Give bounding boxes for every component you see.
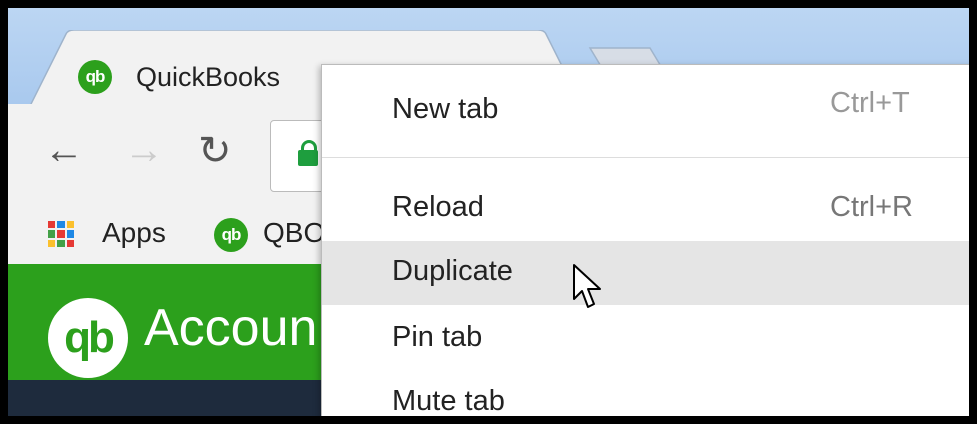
browser-window: qb QuickBooks × ← → ↻ Apps qb QBO qb Acc…: [8, 8, 969, 416]
forward-icon[interactable]: →: [124, 128, 164, 173]
menu-item-label: New tab: [392, 93, 499, 125]
tab-context-menu: New tab Ctrl+T Reload Ctrl+R Duplicate P…: [321, 64, 969, 416]
bookmark-qbo[interactable]: QBO: [263, 217, 325, 249]
bookmark-apps[interactable]: Apps: [102, 217, 166, 249]
menu-item-shortcut: Ctrl+T: [830, 87, 910, 119]
menu-item-label: Pin tab: [392, 321, 483, 353]
menu-separator: [322, 157, 969, 158]
menu-item-reload[interactable]: Reload Ctrl+R: [322, 177, 969, 239]
qb-bookmark-icon: qb: [214, 218, 248, 252]
secure-lock-icon: [298, 140, 318, 166]
menu-item-label: Mute tab: [392, 385, 505, 416]
menu-item-mute-tab[interactable]: Mute tab: [322, 371, 969, 416]
menu-item-label: Reload: [392, 191, 484, 223]
brand-title: Accoun: [144, 299, 318, 357]
quickbooks-favicon-icon: qb: [78, 60, 112, 94]
menu-item-shortcut: Ctrl+R: [830, 191, 913, 223]
back-icon[interactable]: ←: [44, 128, 84, 173]
apps-grid-icon: [48, 221, 74, 247]
menu-item-new-tab[interactable]: New tab Ctrl+T: [322, 79, 969, 141]
tab-title: QuickBooks: [136, 62, 281, 92]
mouse-pointer-icon: [573, 264, 601, 308]
reload-icon[interactable]: ↻: [198, 128, 232, 174]
quickbooks-logo-icon: qb: [48, 298, 128, 378]
menu-item-pin-tab[interactable]: Pin tab: [322, 307, 969, 369]
menu-item-label: Duplicate: [392, 255, 513, 287]
menu-item-duplicate[interactable]: Duplicate: [322, 241, 969, 305]
